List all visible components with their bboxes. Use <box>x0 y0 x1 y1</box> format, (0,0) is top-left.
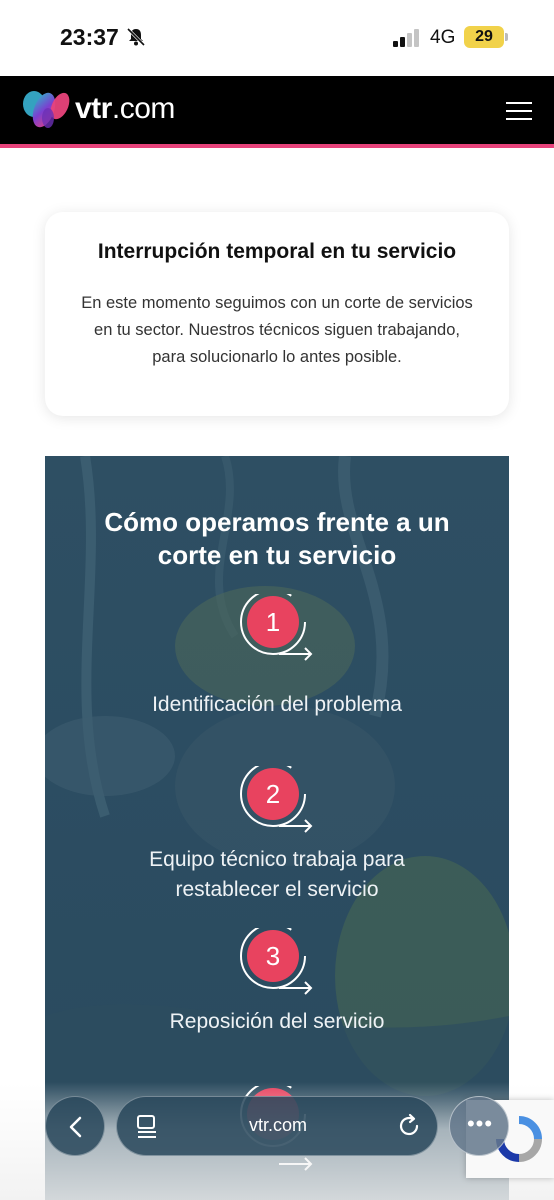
step-1-number: 1 <box>266 607 280 637</box>
notice-card: Interrupción temporal en tu servicio En … <box>45 212 509 416</box>
banner-title: Cómo operamos frente a un corte en tu se… <box>45 506 509 572</box>
back-button[interactable] <box>45 1096 105 1156</box>
step-2-label: Equipo técnico trabaja para restablecer … <box>45 845 509 905</box>
reload-icon[interactable] <box>397 1113 423 1139</box>
vtr-logo-icon <box>23 91 70 128</box>
address-bar[interactable]: vtr.com <box>116 1096 438 1156</box>
notice-title: Interrupción temporal en tu servicio <box>97 240 457 263</box>
step-1-line1: Identificación del problema <box>152 693 402 716</box>
hamburger-menu-button[interactable] <box>506 102 534 122</box>
step-3-line1: Reposición del servicio <box>169 1010 385 1033</box>
vtr-logo-text[interactable]: vtr.com <box>75 92 175 126</box>
back-icon <box>69 1116 82 1138</box>
url-text[interactable]: vtr.com <box>117 1115 439 1136</box>
step-2-line2: restablecer el servicio <box>175 878 379 901</box>
step-2-line1: Equipo técnico trabaja para <box>149 848 405 871</box>
battery-icon: 29 <box>464 26 504 48</box>
step-2-circle-icon: 2 <box>240 766 313 833</box>
step-3-number: 3 <box>266 941 280 971</box>
status-time: 23:37 <box>60 24 119 50</box>
more-icon: ••• <box>466 1111 494 1136</box>
notice-body: En este momento seguimos con un corte de… <box>81 294 473 366</box>
step-1-circle-icon: 1 <box>240 594 313 661</box>
more-options-button[interactable]: ••• <box>449 1096 509 1156</box>
banner-title-line1: Cómo operamos frente a un <box>104 507 450 537</box>
banner-title-line2: corte en tu servicio <box>157 540 397 570</box>
logo-bold: vtr <box>75 92 112 125</box>
header-accent-bar <box>0 144 554 148</box>
signal-icon <box>393 29 419 47</box>
step-2-number: 2 <box>266 779 280 809</box>
network-label: 4G <box>430 27 456 48</box>
bell-muted-icon <box>126 27 146 47</box>
step-3-circle-icon: 3 <box>240 928 313 995</box>
step-3-label: Reposición del servicio <box>45 1007 509 1037</box>
status-bar: 23:37 4G 29 <box>0 0 554 76</box>
logo-rest: .com <box>111 92 176 125</box>
battery-cap <box>505 33 508 41</box>
step-1-label: Identificación del problema <box>45 690 509 720</box>
